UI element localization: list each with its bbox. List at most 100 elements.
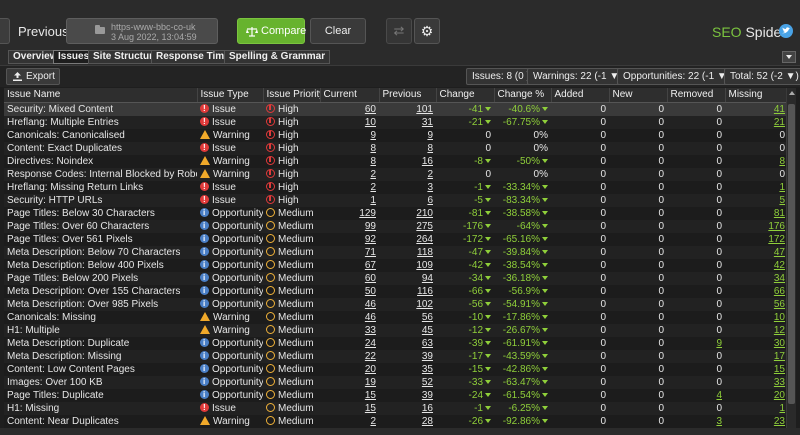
- previous-value[interactable]: 94: [422, 273, 433, 284]
- current-cell[interactable]: 9: [320, 128, 379, 142]
- column-header[interactable]: Removed: [667, 88, 726, 103]
- scrollbar-thumb[interactable]: [788, 104, 795, 404]
- previous-value[interactable]: 39: [422, 390, 433, 401]
- missing-value[interactable]: 20: [774, 390, 785, 401]
- twitter-icon[interactable]: [779, 24, 793, 38]
- missing-value[interactable]: 17: [774, 351, 785, 362]
- previous-value[interactable]: 264: [416, 234, 433, 245]
- removed-cell[interactable]: 4: [667, 388, 725, 402]
- previous-value[interactable]: 102: [416, 299, 433, 310]
- table-row[interactable]: Security: HTTP URLs Issue High 1 6 -5 -83.34% 0…: [4, 193, 788, 207]
- previous-cell[interactable]: 28: [379, 414, 436, 428]
- previous-value[interactable]: 28: [422, 416, 433, 427]
- column-header[interactable]: Issue Priority: [263, 88, 321, 103]
- current-cell[interactable]: 33: [320, 323, 379, 337]
- table-row[interactable]: Content: Near Duplicates Warning Medium 2 28…: [4, 414, 788, 428]
- current-value[interactable]: 8: [370, 143, 376, 154]
- current-value[interactable]: 19: [365, 377, 376, 388]
- current-value[interactable]: 50: [365, 286, 376, 297]
- current-value[interactable]: 99: [365, 221, 376, 232]
- missing-cell[interactable]: 1: [725, 401, 788, 415]
- table-row[interactable]: Page Titles: Duplicate Opportunity Medium 1…: [4, 388, 788, 402]
- previous-value[interactable]: 8: [427, 143, 433, 154]
- warnings-count-filter[interactable]: Warnings: 22 (-1 ▼): [527, 68, 629, 85]
- table-row[interactable]: Hreflang: Multiple Entries Issue High 10 31 -…: [4, 115, 788, 129]
- previous-cell[interactable]: 3: [379, 180, 436, 194]
- missing-value[interactable]: 176: [768, 221, 785, 232]
- previous-value[interactable]: 31: [422, 117, 433, 128]
- missing-value[interactable]: 47: [774, 247, 785, 258]
- table-row[interactable]: Page Titles: Over 561 Pixels Opportunity M…: [4, 232, 788, 246]
- table-row[interactable]: Images: Over 100 KB Opportunity Medium 19 52…: [4, 375, 788, 389]
- current-cell[interactable]: 19: [320, 375, 379, 389]
- previous-value[interactable]: 63: [422, 338, 433, 349]
- missing-cell[interactable]: 56: [725, 297, 788, 311]
- current-cell[interactable]: 99: [320, 219, 379, 233]
- current-value[interactable]: 8: [370, 156, 376, 167]
- table-row[interactable]: H1: MissingIssueMedium1516-1-6.25%0001: [4, 401, 788, 415]
- previous-cell[interactable]: 45: [379, 323, 436, 337]
- missing-cell[interactable]: 172: [725, 232, 788, 246]
- previous-cell[interactable]: 8: [379, 141, 436, 155]
- previous-value[interactable]: 116: [417, 286, 433, 297]
- previous-cell[interactable]: 31: [379, 115, 436, 129]
- previous-cell[interactable]: 39: [379, 349, 436, 363]
- current-value[interactable]: 15: [365, 403, 376, 414]
- previous-value[interactable]: 210: [416, 208, 433, 219]
- missing-cell[interactable]: 8: [725, 154, 788, 168]
- current-value[interactable]: 60: [365, 104, 376, 115]
- table-row[interactable]: Content: Low Content Pages Opportunity Med…: [4, 362, 788, 376]
- missing-cell[interactable]: 12: [725, 323, 788, 337]
- previous-value[interactable]: 109: [416, 260, 433, 271]
- previous-cell[interactable]: 101: [379, 102, 436, 116]
- missing-cell[interactable]: 23: [725, 414, 788, 428]
- missing-value[interactable]: 12: [774, 325, 785, 336]
- missing-value[interactable]: 21: [774, 117, 785, 128]
- current-cell[interactable]: 22: [320, 349, 379, 363]
- current-value[interactable]: 24: [365, 338, 376, 349]
- previous-value[interactable]: 45: [422, 325, 433, 336]
- previous-cell[interactable]: 118: [379, 245, 436, 259]
- table-row[interactable]: Meta Description: Missing Opportunity Medi…: [4, 349, 788, 363]
- current-cell[interactable]: 60: [320, 102, 379, 116]
- previous-cell[interactable]: 35: [379, 362, 436, 376]
- current-value[interactable]: 33: [365, 325, 376, 336]
- clear-button[interactable]: Clear: [310, 18, 366, 44]
- swap-icon[interactable]: ⇄: [386, 18, 412, 44]
- previous-cell[interactable]: 275: [379, 219, 436, 233]
- tab-spelling-grammar[interactable]: Spelling & Grammar: [224, 50, 331, 64]
- previous-value[interactable]: 16: [422, 403, 433, 414]
- removed-value[interactable]: 3: [716, 416, 722, 427]
- previous-value[interactable]: 52: [422, 377, 433, 388]
- previous-value[interactable]: 275: [416, 221, 433, 232]
- missing-value[interactable]: 1: [779, 182, 785, 193]
- previous-value[interactable]: 16: [422, 156, 433, 167]
- previous-cell[interactable]: 63: [379, 336, 436, 350]
- table-row[interactable]: Security: Mixed Content Issue High 60 101 -41…: [4, 102, 788, 116]
- current-cell[interactable]: 15: [320, 401, 379, 415]
- column-header[interactable]: Change: [436, 88, 495, 103]
- missing-value[interactable]: 56: [774, 299, 785, 310]
- current-cell[interactable]: 1: [320, 193, 379, 207]
- missing-cell[interactable]: 5: [725, 193, 788, 207]
- current-cell[interactable]: 67: [320, 258, 379, 272]
- missing-cell[interactable]: 81: [725, 206, 788, 220]
- table-row[interactable]: Hreflang: Missing Return Links Issue High 2…: [4, 180, 788, 194]
- opportunities-count-filter[interactable]: Opportunities: 22 (-1 ▼): [617, 68, 737, 85]
- missing-value[interactable]: 23: [774, 416, 785, 427]
- missing-value[interactable]: 34: [774, 273, 785, 284]
- missing-value[interactable]: 30: [774, 338, 785, 349]
- previous-cell[interactable]: 56: [379, 310, 436, 324]
- compare-button[interactable]: Compare: [237, 18, 306, 44]
- missing-value[interactable]: 10: [774, 312, 785, 323]
- missing-cell[interactable]: 1: [725, 180, 788, 194]
- column-header[interactable]: Issue Name: [4, 88, 198, 103]
- current-value[interactable]: 15: [365, 390, 376, 401]
- missing-cell[interactable]: 41: [725, 102, 788, 116]
- current-cell[interactable]: 92: [320, 232, 379, 246]
- current-cell[interactable]: 20: [320, 362, 379, 376]
- current-cell[interactable]: 10: [320, 115, 379, 129]
- current-cell[interactable]: 46: [320, 310, 379, 324]
- missing-cell[interactable]: 42: [725, 258, 788, 272]
- previous-cell[interactable]: 9: [379, 128, 436, 142]
